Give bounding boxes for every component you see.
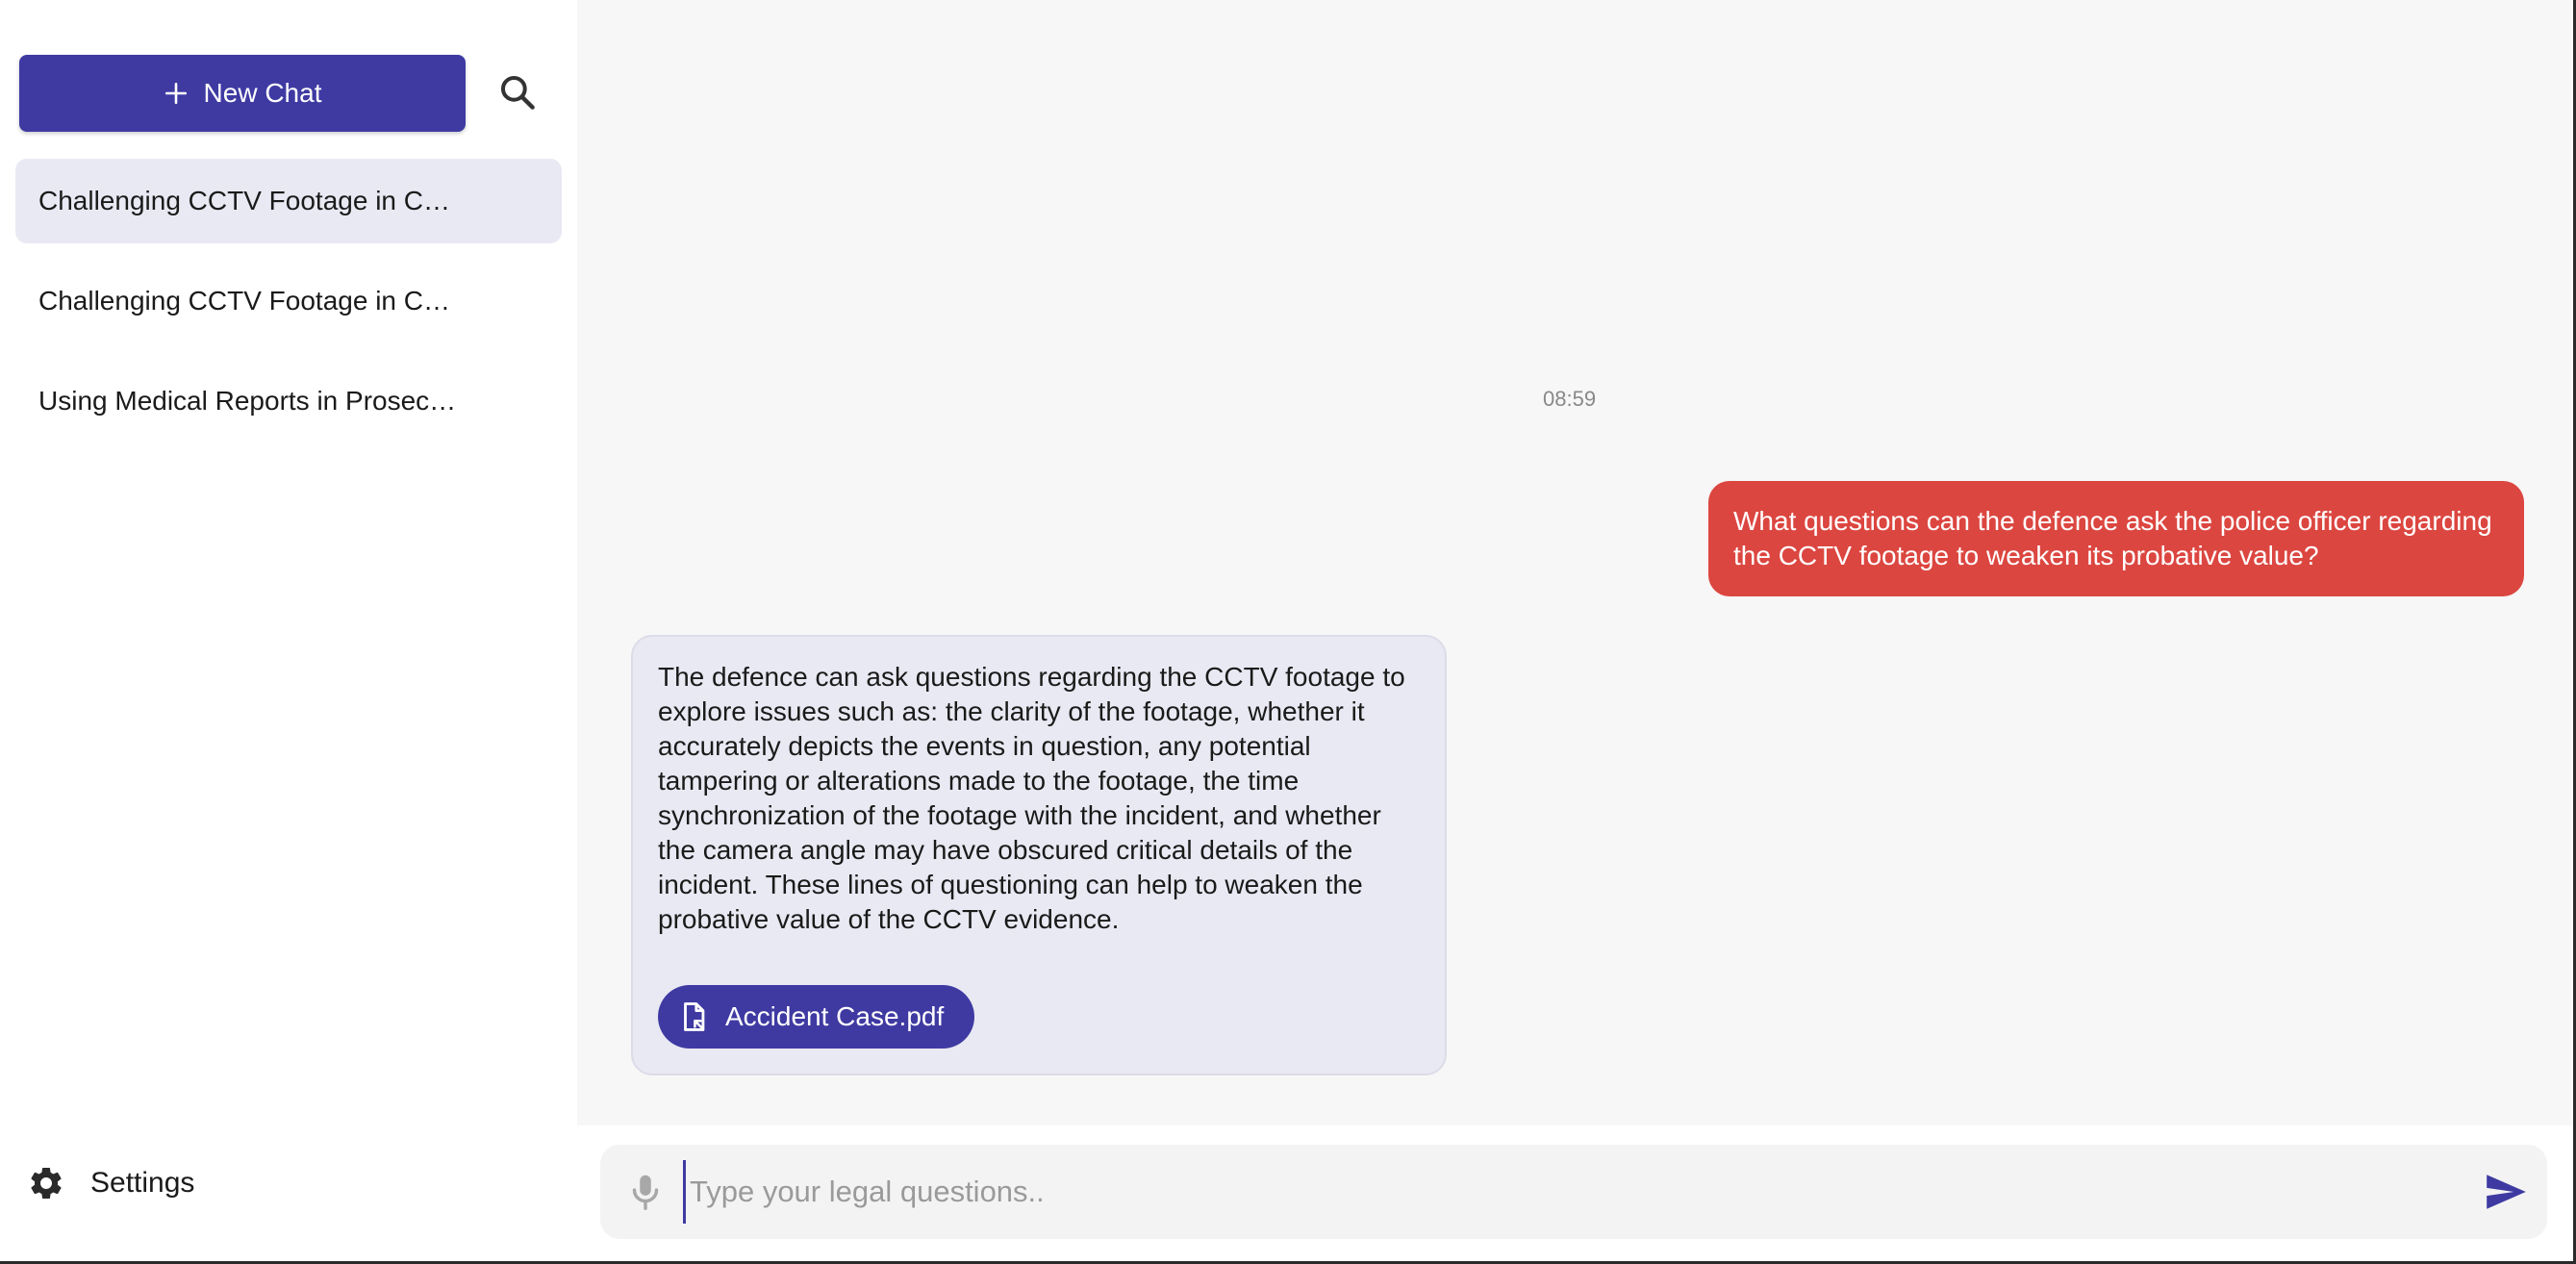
chat-area: 08:59 What questions can the defence ask… (577, 0, 2573, 1125)
new-chat-button[interactable]: New Chat (19, 55, 466, 132)
sidebar: New Chat Challenging CCTV Footage in Cou… (0, 0, 577, 1261)
plus-icon (164, 82, 187, 105)
conversation-title: Challenging CCTV Footage in Court (38, 186, 462, 215)
conversation-item[interactable]: Using Medical Reports in Prosecution (15, 359, 562, 443)
search-icon (500, 75, 535, 110)
assistant-message-bubble: The defence can ask questions regarding … (631, 635, 1447, 1075)
conversation-item[interactable]: Challenging CCTV Footage in Court (15, 159, 562, 243)
gear-icon (31, 1168, 62, 1199)
message-input[interactable] (683, 1160, 2453, 1224)
user-message-bubble: What questions can the defence ask the p… (1708, 481, 2524, 596)
file-icon (684, 1002, 705, 1031)
mic-icon (632, 1175, 659, 1210)
app-window: New Chat Challenging CCTV Footage in Cou… (0, 0, 2576, 1264)
message-composer (600, 1145, 2547, 1239)
attachment-name: Accident Case.pdf (725, 1001, 945, 1031)
message-timestamp: 08:59 (1543, 387, 1597, 411)
user-message-text: What questions can the defence ask the p… (1733, 506, 2492, 570)
send-icon (2487, 1175, 2526, 1209)
assistant-message-text: The defence can ask questions regarding … (658, 662, 1405, 934)
mic-button[interactable] (623, 1170, 668, 1214)
settings-label: Settings (90, 1167, 195, 1199)
search-button[interactable] (496, 71, 539, 114)
conversation-title: Using Medical Reports in Prosecution (38, 386, 462, 416)
attachment-chip[interactable]: Accident Case.pdf (658, 985, 975, 1049)
settings-button[interactable]: Settings (27, 1164, 194, 1202)
new-chat-label: New Chat (203, 78, 322, 108)
conversation-title: Challenging CCTV Footage in Court (38, 286, 462, 316)
conversation-item[interactable]: Challenging CCTV Footage in Court (15, 259, 562, 343)
send-button[interactable] (2482, 1168, 2530, 1216)
